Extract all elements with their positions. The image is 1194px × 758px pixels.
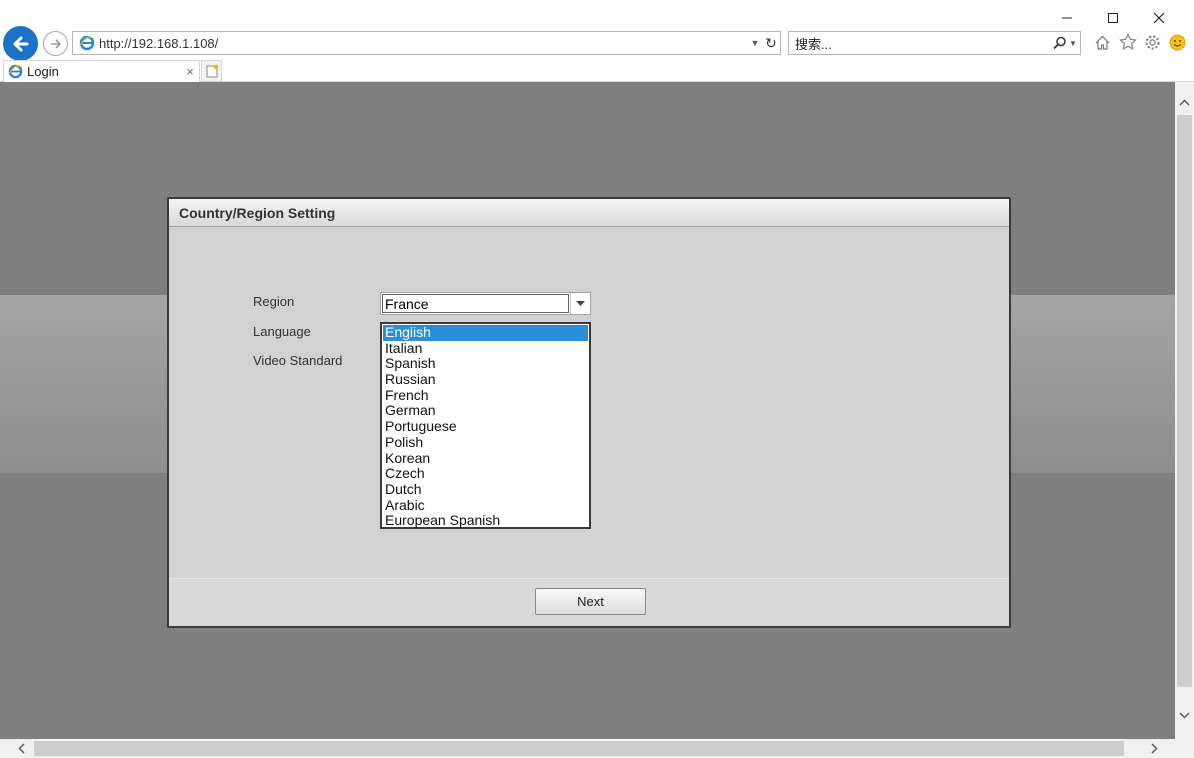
- address-text[interactable]: http://192.168.1.108/: [99, 36, 748, 51]
- smiley-feedback-icon[interactable]: [1168, 32, 1187, 52]
- language-label: Language: [253, 324, 311, 339]
- new-tab-button[interactable]: [201, 60, 222, 82]
- tab-title: Login: [27, 64, 59, 79]
- next-button[interactable]: Next: [535, 588, 646, 615]
- dialog-footer: Next: [169, 578, 1009, 626]
- favorites-star-icon[interactable]: [1118, 32, 1137, 52]
- back-button[interactable]: [3, 26, 38, 61]
- maximize-icon[interactable]: [1090, 8, 1136, 28]
- language-option-arabic[interactable]: Arabic: [383, 497, 588, 514]
- close-window-icon[interactable]: [1136, 8, 1182, 28]
- gear-icon[interactable]: [1143, 32, 1162, 52]
- arrow-left-icon: [13, 36, 28, 51]
- horizontal-scrollbar[interactable]: [0, 739, 1194, 758]
- language-option-italian[interactable]: Italian: [383, 340, 588, 357]
- refresh-icon[interactable]: ↻: [762, 35, 780, 52]
- language-option-english[interactable]: English: [383, 324, 588, 341]
- vertical-scroll-thumb[interactable]: [1177, 115, 1192, 687]
- page-viewport: Country/Region Setting Region Language V…: [0, 82, 1175, 739]
- dialog-title: Country/Region Setting: [179, 204, 336, 221]
- address-dropdown-icon[interactable]: ▼: [748, 38, 762, 48]
- language-option-spanish[interactable]: Spanish: [383, 356, 588, 372]
- ie-logo-icon: [7, 63, 24, 80]
- dialog-body: Region Language Video Standard France En…: [169, 227, 1009, 580]
- language-option-polish[interactable]: Polish: [383, 434, 588, 451]
- language-option-russian[interactable]: Russian: [383, 371, 588, 388]
- arrow-right-icon: [50, 38, 61, 49]
- language-option-german[interactable]: German: [383, 403, 588, 419]
- scroll-up-icon[interactable]: [1175, 92, 1194, 112]
- vertical-scrollbar[interactable]: [1175, 82, 1194, 739]
- search-icon: [1053, 36, 1066, 50]
- language-option-dutch[interactable]: Dutch: [383, 481, 588, 498]
- browser-toolbar: [1093, 32, 1187, 52]
- region-select[interactable]: France: [380, 292, 591, 315]
- search-input[interactable]: 搜索...: [789, 34, 1050, 53]
- video-standard-label: Video Standard: [253, 353, 343, 368]
- ie-logo-icon: [78, 35, 95, 52]
- minimize-icon[interactable]: [1044, 8, 1090, 28]
- search-button[interactable]: ▼: [1050, 36, 1080, 50]
- address-bar[interactable]: http://192.168.1.108/ ▼ ↻: [72, 31, 781, 55]
- scroll-down-icon[interactable]: [1175, 705, 1194, 725]
- search-box[interactable]: 搜索... ▼: [788, 31, 1081, 55]
- search-dropdown-icon[interactable]: ▼: [1069, 39, 1077, 48]
- window-controls: [1044, 8, 1182, 28]
- tab-bar: Login ×: [0, 60, 1194, 82]
- region-value[interactable]: France: [382, 294, 569, 313]
- language-option-czech[interactable]: Czech: [383, 465, 588, 482]
- language-listbox[interactable]: English Italian Spanish Russian French G…: [380, 322, 591, 529]
- horizontal-scroll-thumb[interactable]: [34, 741, 1124, 756]
- new-tab-icon: [206, 64, 218, 77]
- navigation-bar: http://192.168.1.108/ ▼ ↻ 搜索... ▼: [0, 26, 1194, 61]
- dialog-header: Country/Region Setting: [169, 199, 1009, 227]
- forward-button[interactable]: [43, 31, 68, 56]
- language-option-portuguese[interactable]: Portuguese: [383, 418, 588, 435]
- tab-close-icon[interactable]: ×: [181, 64, 199, 79]
- country-region-dialog: Country/Region Setting Region Language V…: [167, 197, 1011, 628]
- language-option-french[interactable]: French: [383, 387, 588, 404]
- language-option-european-spanish[interactable]: European Spanish: [383, 513, 588, 529]
- region-label: Region: [253, 294, 295, 309]
- home-icon[interactable]: [1093, 32, 1112, 52]
- scroll-left-icon[interactable]: [12, 739, 31, 758]
- language-option-korean[interactable]: Korean: [383, 450, 588, 467]
- scroll-right-icon[interactable]: [1145, 739, 1164, 758]
- chevron-down-icon[interactable]: [570, 293, 590, 314]
- tab-login[interactable]: Login ×: [3, 60, 200, 82]
